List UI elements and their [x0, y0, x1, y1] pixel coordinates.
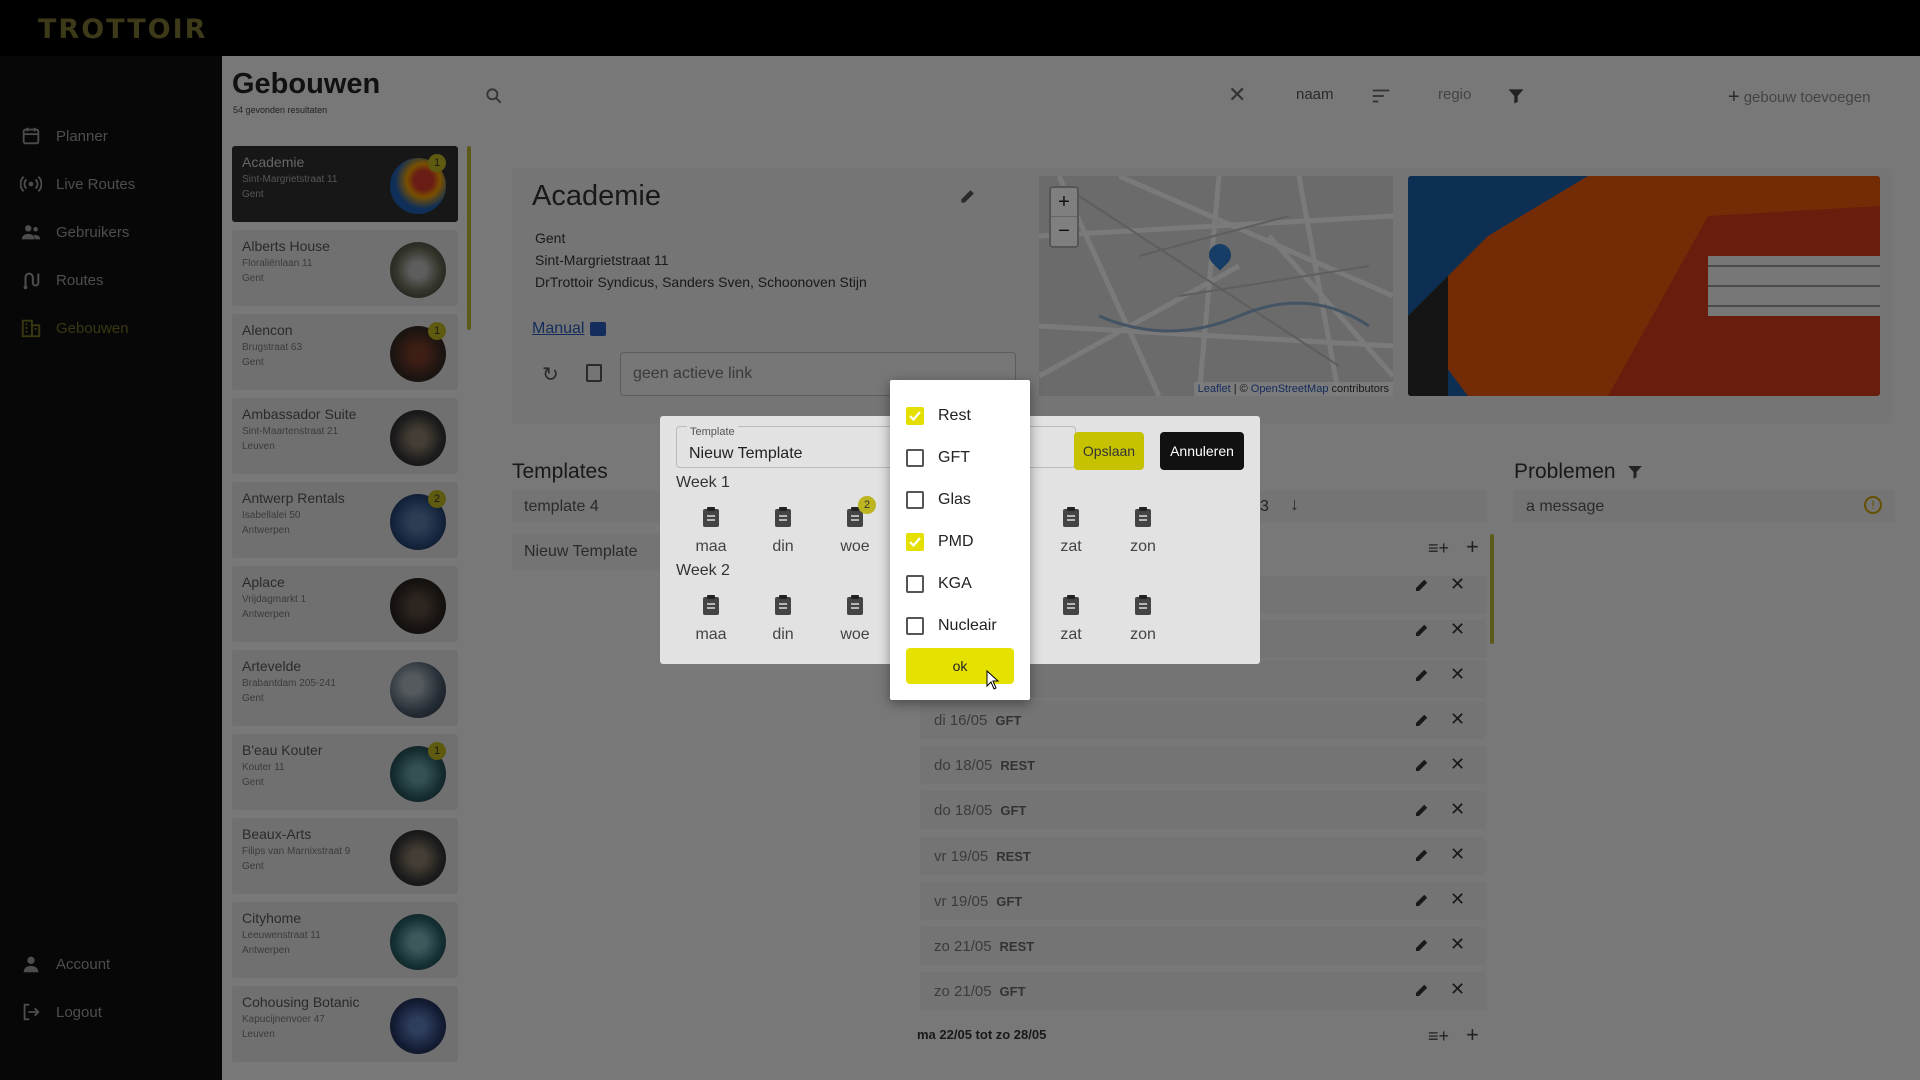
week-2-label: Week 2 — [676, 562, 730, 579]
option-label: Glas — [938, 491, 971, 508]
day-label: zon — [1130, 538, 1156, 555]
checkbox-icon[interactable] — [906, 575, 924, 593]
checkbox-checked-icon[interactable] — [906, 533, 924, 551]
day-label: zon — [1130, 626, 1156, 643]
option-label: Rest — [938, 407, 971, 424]
day-label: maa — [695, 538, 727, 555]
cancel-button[interactable]: Annuleren — [1160, 432, 1244, 470]
option-label: PMD — [938, 533, 974, 550]
clipboard-icon — [1063, 507, 1079, 527]
option-rest[interactable]: Rest — [906, 404, 971, 428]
week-1-label: Week 1 — [676, 474, 730, 491]
clipboard-icon — [775, 595, 791, 615]
clipboard-icon — [847, 595, 863, 615]
clipboard-icon — [1135, 507, 1151, 527]
option-pmd[interactable]: PMD — [906, 530, 974, 554]
clipboard-icon — [1135, 595, 1151, 615]
field-label: Template — [687, 426, 738, 438]
option-label: Nucleair — [938, 617, 997, 634]
option-label: GFT — [938, 449, 970, 466]
clipboard-icon — [703, 595, 719, 615]
mouse-cursor-icon — [986, 670, 1000, 690]
checkbox-icon[interactable] — [906, 491, 924, 509]
option-nucleair[interactable]: Nucleair — [906, 614, 997, 638]
checkbox-checked-icon[interactable] — [906, 407, 924, 425]
field-value: Nieuw Template — [689, 445, 803, 462]
clipboard-icon — [703, 507, 719, 527]
save-button[interactable]: Opslaan — [1074, 432, 1144, 470]
checkbox-icon[interactable] — [906, 449, 924, 467]
day-label: din — [772, 626, 794, 643]
day-label: zat — [1060, 538, 1082, 555]
option-gft[interactable]: GFT — [906, 446, 970, 470]
day-label: zat — [1060, 626, 1082, 643]
option-label: KGA — [938, 575, 972, 592]
day-label: maa — [695, 626, 727, 643]
option-glas[interactable]: Glas — [906, 488, 971, 512]
clipboard-icon — [775, 507, 791, 527]
day-label: din — [772, 538, 794, 555]
clipboard-icon — [1063, 595, 1079, 615]
day-label: woe — [840, 626, 870, 643]
waste-type-dropdown: Rest GFT Glas PMD KGA Nucleair ok — [890, 380, 1030, 700]
option-kga[interactable]: KGA — [906, 572, 972, 596]
checkbox-icon[interactable] — [906, 617, 924, 635]
day-badge: 2 — [858, 496, 876, 514]
day-label: woe — [840, 538, 870, 555]
